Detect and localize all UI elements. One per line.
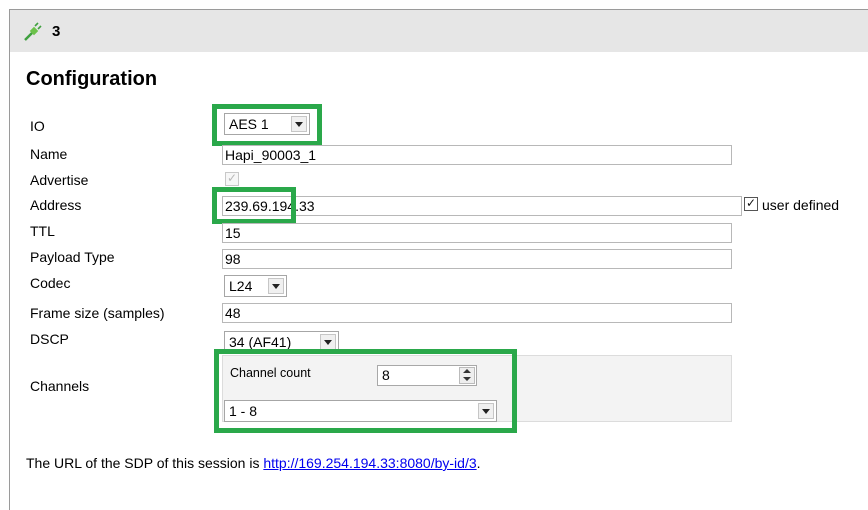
payload-type-label: Payload Type <box>30 249 115 265</box>
io-highlight <box>212 104 322 146</box>
chevron-down-icon[interactable] <box>268 278 284 294</box>
sdp-url-prefix: The URL of the SDP of this session is <box>26 455 264 471</box>
advertise-checkbox[interactable]: ✓ <box>225 171 239 186</box>
frame-size-field[interactable] <box>222 303 732 323</box>
address-label: Address <box>30 197 82 213</box>
ttl-label: TTL <box>30 223 55 239</box>
plug-icon <box>24 22 42 41</box>
codec-select[interactable]: L24 <box>224 275 287 297</box>
name-field[interactable] <box>222 145 732 165</box>
user-defined-checkbox[interactable]: ✓ <box>744 196 758 211</box>
codec-label: Codec <box>30 275 71 291</box>
dscp-label: DSCP <box>30 331 69 347</box>
check-icon: ✓ <box>746 196 757 210</box>
payload-type-field[interactable] <box>222 249 732 269</box>
check-icon: ✓ <box>227 171 238 185</box>
session-number: 3 <box>52 23 61 40</box>
chevron-down-icon[interactable] <box>320 334 336 350</box>
address-highlight <box>212 187 296 224</box>
sdp-url-suffix: . <box>476 455 481 471</box>
name-label: Name <box>30 146 68 162</box>
channels-label: Channels <box>30 378 90 394</box>
sdp-url-text: The URL of the SDP of this session is ht… <box>26 455 481 471</box>
user-defined-label: user defined <box>762 197 840 213</box>
page-title: Configuration <box>26 68 158 90</box>
sdp-url-link[interactable]: http://169.254.194.33:8080/by-id/3 <box>263 455 476 471</box>
title-bar <box>10 10 868 52</box>
address-field[interactable] <box>222 196 742 216</box>
ttl-field[interactable] <box>222 223 732 243</box>
io-label: IO <box>30 118 45 134</box>
codec-value: L24 <box>229 278 253 294</box>
frame-size-label: Frame size (samples) <box>30 305 165 321</box>
channels-highlight <box>214 349 517 433</box>
advertise-label: Advertise <box>30 172 89 188</box>
